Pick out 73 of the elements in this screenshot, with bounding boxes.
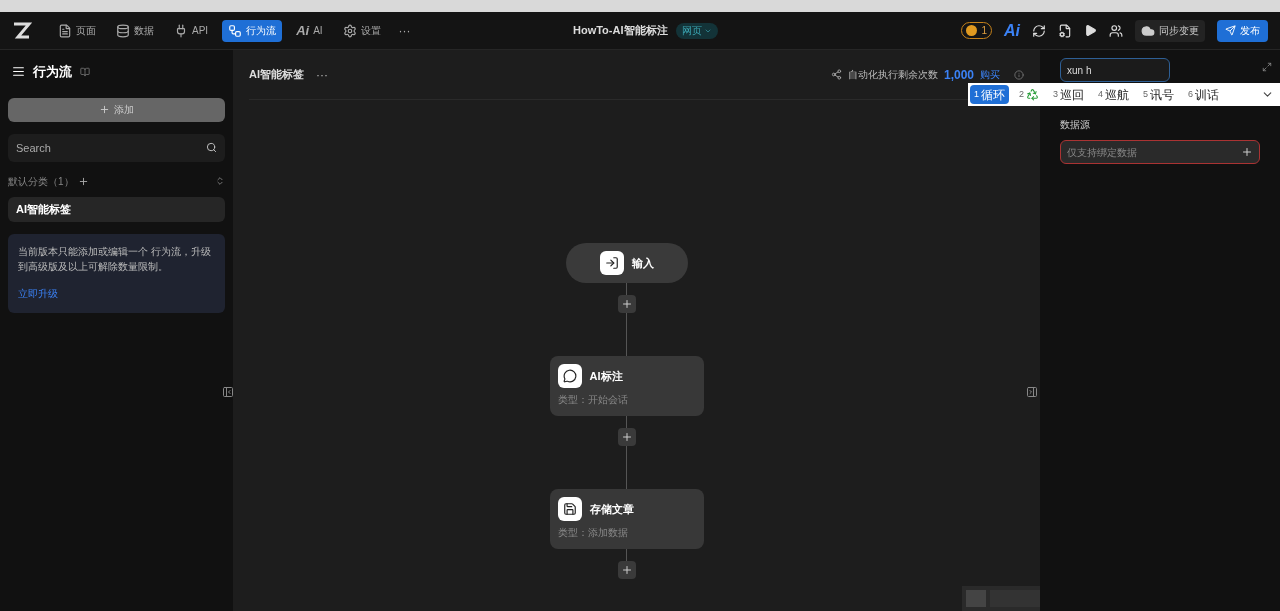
flow-title: AI智能标签 (249, 67, 304, 83)
ime-candidate[interactable]: 2 (1015, 85, 1044, 104)
flow-list-icon (12, 65, 25, 79)
warning-icon (966, 25, 978, 36)
group-label: 默认分类（1） (8, 174, 74, 189)
refresh-icon[interactable] (1032, 23, 1046, 38)
add-button[interactable]: 添加 (8, 97, 225, 122)
node-title: 存储文章 (589, 501, 634, 517)
quota-label: 自动化执行剩余次数 (847, 68, 938, 82)
flow-icon (228, 23, 243, 38)
file-settings-icon[interactable] (1058, 23, 1072, 38)
nav-tab[interactable]: 设置 (336, 19, 387, 42)
add-step-button[interactable] (617, 561, 636, 579)
collapse-icon[interactable] (215, 176, 225, 186)
expand-icon[interactable] (1262, 62, 1272, 72)
send-icon (1225, 25, 1236, 36)
chat-icon (562, 369, 577, 383)
page-type-dropdown[interactable]: 网页 (675, 22, 718, 39)
recycle-icon (1026, 88, 1040, 101)
sync-button[interactable]: 同步变更 (1135, 19, 1205, 42)
page-icon (58, 23, 72, 38)
plus-icon (620, 298, 633, 310)
plug-icon (174, 23, 188, 38)
upgrade-link[interactable]: 立即升级 (18, 285, 215, 301)
notice-text: 当前版本只能添加或编辑一个 行为流，升级到高级版及以上可解除数量限制。 (18, 244, 212, 274)
share-icon (830, 69, 842, 80)
more-button[interactable]: ··· (394, 21, 415, 40)
search-icon (206, 141, 217, 153)
plus-icon (620, 564, 633, 576)
ai-mark: Ai (296, 24, 310, 37)
database-icon (116, 23, 130, 38)
nav-tab[interactable]: 数据 (110, 19, 160, 42)
section-label: 数据源 (1060, 118, 1091, 132)
collapse-panel-icon[interactable] (222, 386, 234, 398)
play-icon[interactable] (1084, 24, 1097, 37)
node-type: 类型：添加数据 (557, 526, 629, 540)
add-step-button[interactable] (617, 428, 636, 446)
ai-logo-icon: Ai (1004, 18, 1020, 43)
buy-link[interactable]: 购买 (980, 67, 1000, 82)
users-icon[interactable] (1109, 23, 1123, 38)
node-title: 输入 (631, 255, 654, 271)
data-source-field[interactable]: 仅支持绑定数据 (1060, 140, 1260, 164)
flow-list-item[interactable]: AI智能标签 (8, 196, 225, 222)
nav-tab[interactable]: API (168, 19, 215, 42)
step-node[interactable]: AI标注 类型：开始会话 (549, 356, 704, 416)
quota-value: 1,000 (943, 66, 974, 84)
field-placeholder: 仅支持绑定数据 (1067, 145, 1137, 160)
node-title: AI标注 (589, 368, 623, 384)
step-node[interactable]: 存储文章 类型：添加数据 (549, 489, 704, 549)
book-icon[interactable] (80, 66, 90, 77)
save-icon (562, 502, 577, 516)
plus-icon (620, 431, 633, 443)
name-input[interactable]: xun h (1060, 58, 1170, 82)
plus-icon (1241, 146, 1253, 158)
info-icon (1014, 69, 1024, 80)
publish-button[interactable]: 发布 (1217, 19, 1268, 42)
more-button[interactable]: ··· (316, 65, 328, 84)
add-step-button[interactable] (617, 295, 636, 313)
start-node[interactable]: 输入 (565, 243, 688, 283)
nav-tab[interactable]: 行为流 (222, 19, 283, 42)
input-icon (604, 256, 619, 270)
nav-tab[interactable]: 页面 (52, 19, 102, 42)
app-title: HowTo-AI智能标注 (573, 23, 668, 39)
logo-icon (12, 21, 32, 40)
settings-icon (342, 23, 357, 38)
collapse-panel-icon[interactable] (1026, 386, 1038, 398)
plus-icon (99, 104, 110, 115)
node-type: 类型：开始会话 (557, 393, 629, 407)
search-field[interactable]: Search (8, 133, 225, 162)
nav-tab[interactable]: Ai AI (290, 19, 329, 42)
cloud-icon (1141, 23, 1155, 38)
plus-icon[interactable] (77, 175, 89, 187)
sidebar-title: 行为流 (33, 63, 72, 81)
